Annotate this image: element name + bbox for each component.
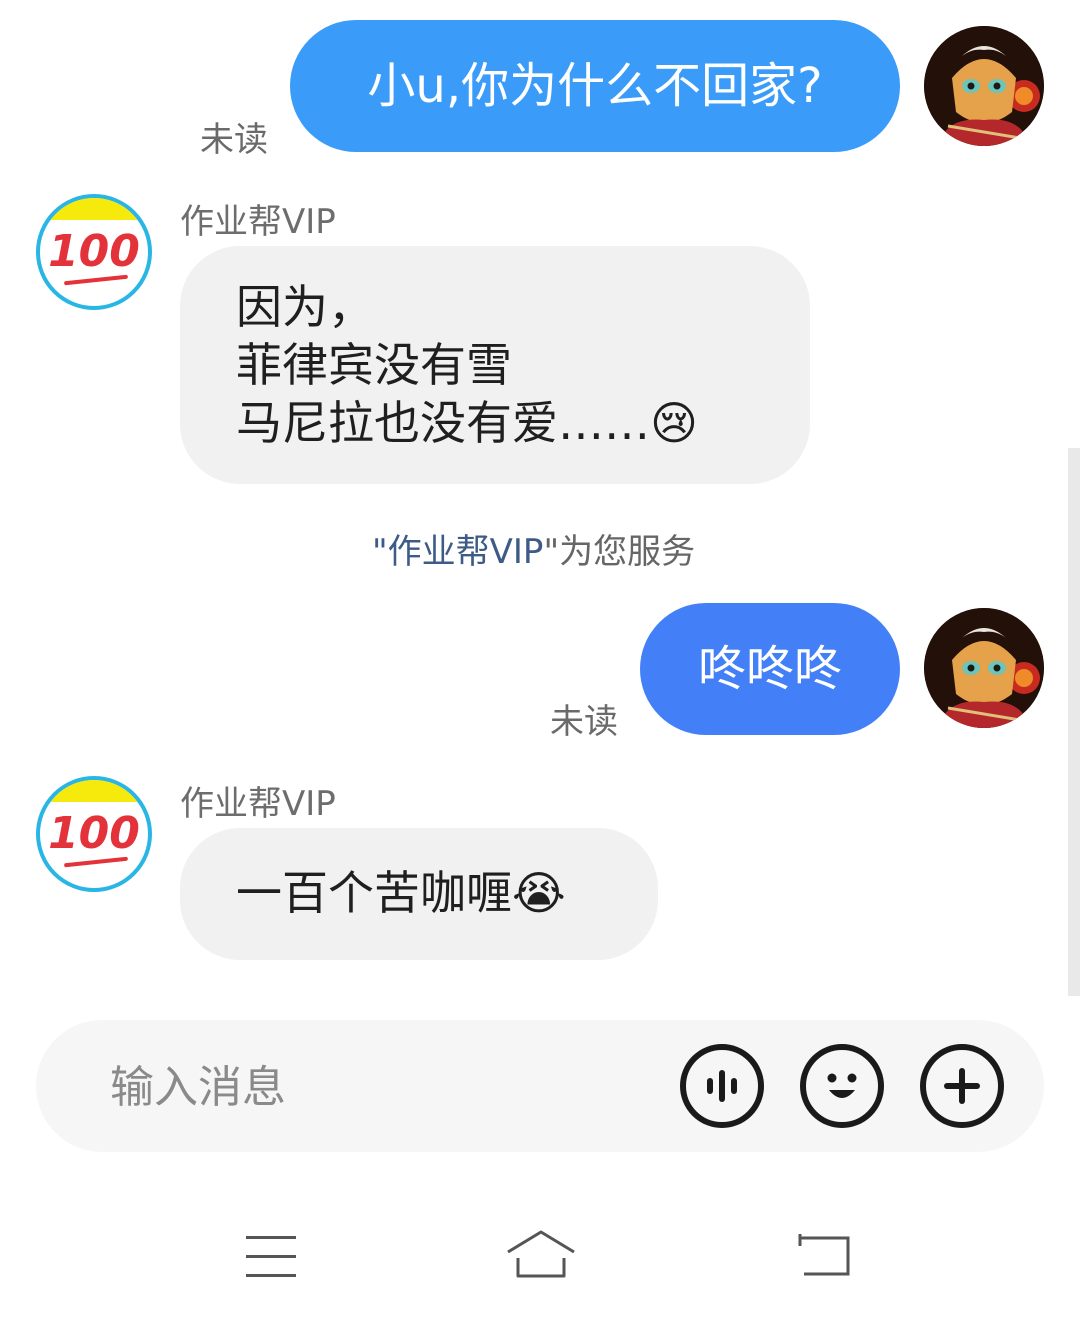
service-note: "作业帮VIP"为您服务 (372, 524, 695, 573)
message-composer (36, 1020, 1044, 1152)
emoji-icon (827, 1073, 857, 1098)
sender-name: 作业帮VIP (180, 202, 336, 242)
bot-avatar-label: 100 (48, 808, 140, 859)
message-input[interactable] (108, 1056, 632, 1118)
message-line: 菲律宾没有雪 (236, 338, 512, 392)
voice-icon (707, 1070, 737, 1102)
service-name-link[interactable]: 作业帮VIP (388, 532, 544, 572)
plus-icon (944, 1068, 980, 1104)
nav-back-button[interactable] (792, 1230, 858, 1282)
home-icon (507, 1230, 575, 1278)
message-line: 因为， (236, 280, 374, 334)
message-line-with-emoji: 一百个苦咖喱😭 (236, 864, 566, 922)
message-line: 马尼拉也没有爱…… (236, 396, 650, 450)
add-button[interactable] (920, 1044, 1004, 1128)
bot-avatar[interactable]: 100 (36, 776, 152, 892)
back-icon (798, 1234, 850, 1276)
message-text: 一百个苦咖喱 (236, 866, 512, 920)
bot-avatar-band (40, 198, 148, 220)
menu-icon (246, 1236, 296, 1277)
message-text: 咚咚咚 (697, 641, 842, 697)
emoji-button[interactable] (800, 1044, 884, 1128)
loudly-crying-face-icon: 😭 (512, 866, 566, 920)
bot-avatar[interactable]: 100 (36, 194, 152, 310)
sent-message-bubble[interactable]: 小u,你为什么不回家? (290, 20, 900, 152)
bot-avatar-label: 100 (48, 226, 140, 277)
service-note-prefix: " (372, 532, 388, 572)
nav-menu-button[interactable] (238, 1230, 304, 1282)
voice-button[interactable] (680, 1044, 764, 1128)
scrollbar[interactable] (1068, 448, 1080, 996)
sent-message-bubble[interactable]: 咚咚咚 (640, 603, 900, 735)
user-avatar[interactable] (924, 26, 1044, 146)
received-message-bubble[interactable]: 因为， 菲律宾没有雪 马尼拉也没有爱……😢 (180, 246, 810, 484)
sender-name: 作业帮VIP (180, 784, 336, 824)
unread-status: 未读 (200, 120, 268, 160)
message-line-with-emoji: 马尼拉也没有爱……😢 (236, 394, 698, 452)
service-note-suffix: "为您服务 (543, 532, 696, 572)
nav-home-button[interactable] (502, 1226, 580, 1284)
message-text: 小u,你为什么不回家? (367, 58, 823, 114)
user-avatar-image (924, 26, 1044, 146)
bot-avatar-band (40, 780, 148, 802)
crying-face-icon: 😢 (650, 396, 698, 450)
user-avatar-image (924, 608, 1044, 728)
received-message-bubble[interactable]: 一百个苦咖喱😭 (180, 828, 658, 960)
unread-status: 未读 (550, 702, 618, 742)
user-avatar[interactable] (924, 608, 1044, 728)
